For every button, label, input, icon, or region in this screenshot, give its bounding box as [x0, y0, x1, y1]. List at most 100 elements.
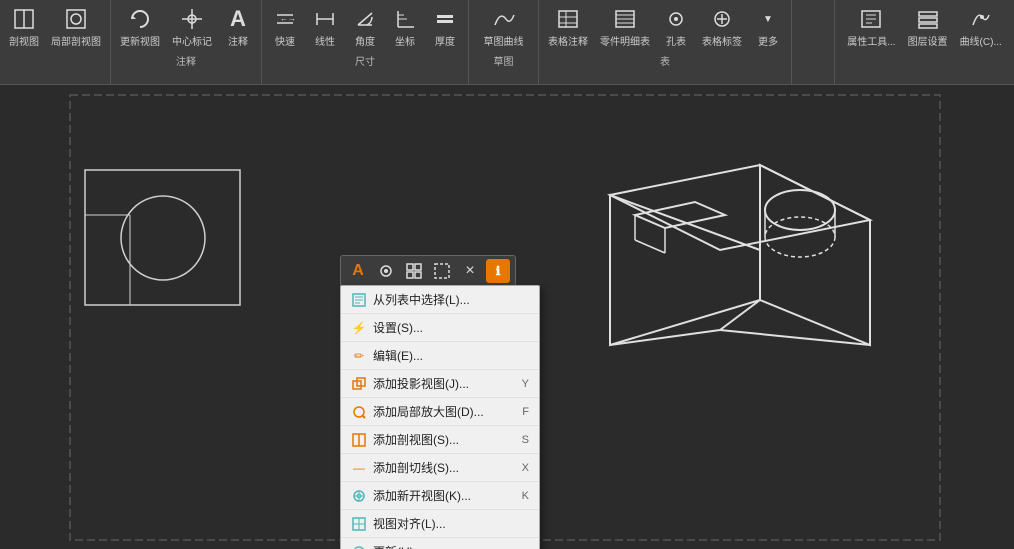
add-section-shortcut: S — [522, 434, 529, 446]
menu-item-add-breakout[interactable]: 添加新开视图(K)... K — [341, 482, 539, 510]
center-mark-button[interactable]: 中心标记 — [167, 4, 217, 51]
context-icon-bar: A × ℹ — [340, 255, 516, 287]
toolbar-dim-label: 尺寸 — [266, 51, 464, 71]
table-note-button[interactable]: 表格注释 — [543, 4, 593, 51]
ctx-text-format-button[interactable]: A — [346, 259, 370, 283]
thickness-label: 厚度 — [435, 33, 455, 48]
toolbar-note-label: 注释 — [115, 51, 257, 71]
edit-label: 编辑(E)... — [373, 347, 529, 364]
section-view-button[interactable]: 剖视图 — [4, 4, 44, 51]
sketch-curve-icon — [492, 7, 516, 31]
local-section-icon — [64, 7, 88, 31]
menu-item-add-projection[interactable]: 添加投影视图(J)... Y — [341, 370, 539, 398]
toolbar-row-table: 表格注释 零件明细表 孔表 表格标签 ▼ — [543, 4, 787, 51]
hole-table-button[interactable]: 孔表 — [657, 4, 695, 51]
update-label: 更新(U) — [373, 543, 529, 549]
ctx-dotted-button[interactable] — [430, 259, 454, 283]
add-projection-shortcut: Y — [522, 378, 529, 390]
toolbar-props-label — [839, 51, 1010, 56]
table-tag-label: 表格标签 — [702, 33, 742, 48]
update-view-label: 更新视图 — [120, 33, 160, 48]
main-canvas: A × ℹ 从列表中选择(L)... ⚡ 设置(S)... ✏ 编辑(E)... — [0, 85, 1014, 549]
svg-text:←→: ←→ — [280, 14, 295, 23]
angle-dim-label: 角度 — [355, 33, 375, 48]
center-mark-label: 中心标记 — [172, 33, 212, 48]
toolbar-sketch-label: 草图 — [473, 51, 534, 71]
add-cutline-label: 添加剖切线(S)... — [373, 459, 516, 476]
main-toolbar: 剖视图 局部剖视图 更新视图 中心标记 — [0, 0, 1014, 85]
add-projection-label: 添加投影视图(J)... — [373, 375, 516, 392]
sketch-curve-button[interactable]: 草图曲线 — [479, 4, 529, 51]
add-detail-label: 添加局部放大图(D)... — [373, 403, 516, 420]
toolbar-group-views: 剖视图 局部剖视图 — [0, 0, 111, 84]
ctx-close-button[interactable]: × — [458, 259, 482, 283]
note-label: 注释 — [228, 33, 248, 48]
coord-dim-icon — [393, 7, 417, 31]
hole-table-label: 孔表 — [666, 33, 686, 48]
update-view-button[interactable]: 更新视图 — [115, 4, 165, 51]
ctx-select-button[interactable] — [374, 259, 398, 283]
update-icon — [351, 544, 367, 549]
center-mark-icon — [180, 7, 204, 31]
note-button[interactable]: A 注释 — [219, 4, 257, 51]
menu-item-select-from-list[interactable]: 从列表中选择(L)... — [341, 286, 539, 314]
curve-edit-label: 曲线(C)... — [960, 33, 1002, 48]
note-icon: A — [226, 7, 250, 31]
thickness-icon — [433, 7, 457, 31]
toolbar-row-note-top: 更新视图 中心标记 A 注释 — [115, 4, 257, 51]
menu-item-view-align[interactable]: 视图对齐(L)... — [341, 510, 539, 538]
angle-dim-button[interactable]: 角度 — [346, 4, 384, 51]
view-align-icon — [351, 516, 367, 532]
menu-item-update[interactable]: 更新(U) — [341, 538, 539, 549]
quick-dim-icon: ←→ — [273, 7, 297, 31]
toolbar-row-sketch: 草图曲线 — [479, 4, 529, 51]
update-view-icon — [128, 7, 152, 31]
curve-edit-button[interactable]: 曲线(C)... — [955, 4, 1007, 51]
table-note-icon — [556, 7, 580, 31]
more-table-button[interactable]: ▼ 更多 — [749, 4, 787, 51]
add-cutline-shortcut: X — [522, 462, 529, 474]
parts-list-button[interactable]: 零件明细表 — [595, 4, 655, 51]
toolbar-group-views-label — [4, 51, 106, 56]
linear-dim-button[interactable]: 线性 — [306, 4, 344, 51]
add-breakout-label: 添加新开视图(K)... — [373, 487, 516, 504]
menu-item-settings[interactable]: ⚡ 设置(S)... — [341, 314, 539, 342]
quick-dim-button[interactable]: ←→ 快速 — [266, 4, 304, 51]
add-detail-icon — [351, 404, 367, 420]
menu-item-add-detail[interactable]: 添加局部放大图(D)... F — [341, 398, 539, 426]
prop-tool-label: 属性工具... — [847, 33, 895, 48]
table-tag-button[interactable]: 表格标签 — [697, 4, 747, 51]
sketch-curve-label: 草图曲线 — [484, 33, 524, 48]
select-list-icon — [351, 292, 367, 308]
menu-item-add-section[interactable]: 添加剖视图(S)... S — [341, 426, 539, 454]
toolbar-group-sketch: 草图曲线 草图 — [469, 0, 539, 84]
toolbar-group-dim: ←→ 快速 线性 角度 坐标 — [262, 0, 469, 84]
add-cutline-icon: — — [351, 460, 367, 476]
hole-table-icon — [664, 7, 688, 31]
toolbar-row-props: 属性工具... 图层设置 曲线(C)... — [842, 4, 1007, 51]
add-section-label: 添加剖视图(S)... — [373, 431, 516, 448]
toolbar-group-table: 表格注释 零件明细表 孔表 表格标签 ▼ — [539, 0, 792, 84]
prop-tool-button[interactable]: 属性工具... — [842, 4, 900, 51]
parts-list-label: 零件明细表 — [600, 33, 650, 48]
toolbar-group-note: 更新视图 中心标记 A 注释 注释 — [111, 0, 262, 84]
thickness-button[interactable]: 厚度 — [426, 4, 464, 51]
coord-dim-button[interactable]: 坐标 — [386, 4, 424, 51]
section-view-label: 剖视图 — [9, 33, 39, 48]
toolbar-table-label: 表 — [543, 51, 787, 71]
toolbar-row-dim: ←→ 快速 线性 角度 坐标 — [266, 4, 464, 51]
layer-set-button[interactable]: 图层设置 — [903, 4, 953, 51]
prop-tool-icon — [859, 7, 883, 31]
menu-item-edit[interactable]: ✏ 编辑(E)... — [341, 342, 539, 370]
ctx-grid-button[interactable] — [402, 259, 426, 283]
menu-item-add-cutline[interactable]: — 添加剖切线(S)... X — [341, 454, 539, 482]
add-detail-shortcut: F — [522, 406, 529, 418]
context-menu: 从列表中选择(L)... ⚡ 设置(S)... ✏ 编辑(E)... 添加投影视… — [340, 285, 540, 549]
toolbar-row-views: 剖视图 局部剖视图 — [4, 4, 106, 51]
add-breakout-shortcut: K — [522, 490, 529, 502]
ctx-info-button[interactable]: ℹ — [486, 259, 510, 283]
layer-set-label: 图层设置 — [908, 33, 948, 48]
settings-label: 设置(S)... — [373, 319, 529, 336]
table-tag-icon — [710, 7, 734, 31]
local-section-view-button[interactable]: 局部剖视图 — [46, 4, 106, 51]
